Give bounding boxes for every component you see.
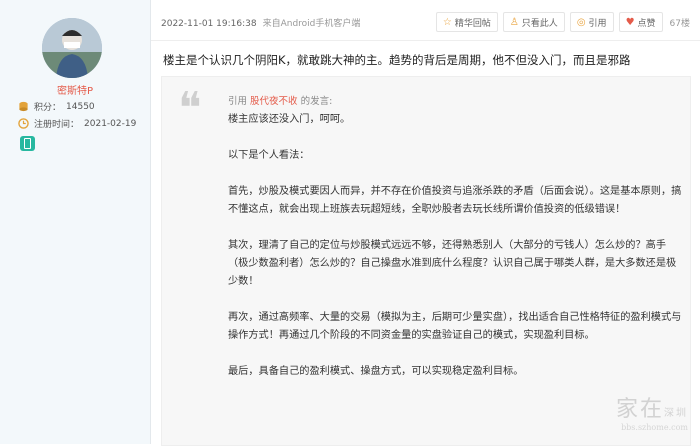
like-label: 点赞 bbox=[637, 18, 656, 29]
avatar[interactable] bbox=[42, 18, 102, 78]
points-row: 积分： 14550 bbox=[18, 100, 95, 113]
divider bbox=[151, 40, 700, 41]
quote-block: ❝ 引用 股代夜不收 的发言: 楼主应该还没入门，呵呵。 以下是个人看法： 首先… bbox=[161, 76, 691, 446]
post-main: 2022-11-01 19:16:38 来自Android手机客户端 ☆ 精华回帖 … bbox=[151, 0, 700, 446]
thumbs-up-icon: ♥ bbox=[625, 16, 635, 28]
quote-body: 楼主应该还没入门，呵呵。 以下是个人看法： 首先，炒股及模式要因人而异，并不存在… bbox=[228, 111, 683, 399]
quote-paragraph: 首先，炒股及模式要因人而异，并不存在价值投资与追涨杀跌的矛盾（后面会说）。这是基… bbox=[228, 186, 682, 215]
quote-suffix: 的发言: bbox=[300, 96, 333, 107]
points-value: 14550 bbox=[66, 101, 95, 112]
quote-label: 引用 bbox=[588, 18, 607, 29]
post-source: 来自Android手机客户端 bbox=[262, 19, 361, 29]
like-button[interactable]: ♥ 点赞 bbox=[618, 12, 663, 32]
author-sidebar: 密斯特P 积分： 14550 注册时间： 2021-02-19 bbox=[0, 0, 151, 444]
only-author-label: 只看此人 bbox=[521, 18, 558, 29]
points-label: 积分： bbox=[34, 103, 62, 113]
quote-paragraph: 最后，具备自己的盈利模式、操盘方式，可以实现稳定盈利目标。 bbox=[228, 366, 524, 377]
site-watermark: 家在深圳 bbs.szhome.com bbox=[616, 391, 688, 432]
post-actions: ☆ 精华回帖 ♙ 只看此人 ◎ 引用 ♥ 点赞 67楼 bbox=[435, 12, 690, 32]
reg-row: 注册时间： 2021-02-19 bbox=[18, 117, 136, 130]
quote-paragraph: 楼主应该还没入门，呵呵。 bbox=[228, 114, 351, 125]
avatar-image bbox=[42, 18, 102, 78]
floor-number: 67楼 bbox=[669, 18, 690, 29]
post-meta: 2022-11-01 19:16:38 来自Android手机客户端 bbox=[161, 16, 360, 29]
post-timestamp: 2022-11-01 19:16:38 bbox=[161, 19, 257, 29]
quoted-user-link[interactable]: 股代夜不收 bbox=[250, 96, 298, 107]
essence-reply-button[interactable]: ☆ 精华回帖 bbox=[435, 12, 498, 32]
mobile-phone-icon bbox=[20, 136, 35, 151]
quote-icon: ◎ bbox=[576, 16, 586, 28]
quote-mark-icon: ❝ bbox=[178, 83, 202, 134]
user-icon: ♙ bbox=[509, 16, 519, 28]
only-author-button[interactable]: ♙ 只看此人 bbox=[502, 12, 565, 32]
quote-paragraph: 以下是个人看法： bbox=[228, 150, 310, 161]
quote-button[interactable]: ◎ 引用 bbox=[569, 12, 614, 32]
author-name[interactable]: 密斯特P bbox=[0, 82, 150, 97]
clock-icon bbox=[18, 118, 29, 129]
watermark-main: 家在 bbox=[615, 397, 664, 422]
essence-reply-label: 精华回帖 bbox=[454, 18, 491, 29]
coin-stack-icon bbox=[19, 101, 28, 112]
watermark-url: bbs.szhome.com bbox=[621, 423, 688, 432]
reg-label: 注册时间： bbox=[34, 120, 80, 130]
watermark-tag: 深圳 bbox=[664, 408, 688, 419]
quote-header: 引用 股代夜不收 的发言: bbox=[228, 93, 332, 107]
post-text: 楼主是个认识几个阴阳K，就敢跳大神的主。趋势的背后是周期，他不但没入门，而且是邪… bbox=[163, 53, 631, 67]
post-container: 密斯特P 积分： 14550 注册时间： 2021-02-19 2022-11-01… bbox=[0, 0, 700, 446]
star-icon: ☆ bbox=[442, 16, 452, 28]
quote-prefix: 引用 bbox=[228, 96, 248, 107]
reg-date: 2021-02-19 bbox=[84, 118, 137, 129]
quote-paragraph: 再次，通过高频率、大量的交易（模拟为主，后期可少量实盘），找出适合自己性格特征的… bbox=[228, 312, 682, 341]
quote-paragraph: 其次，理清了自己的定位与炒股模式远远不够，还得熟悉别人（大部分的亏钱人）怎么炒的… bbox=[228, 240, 677, 287]
